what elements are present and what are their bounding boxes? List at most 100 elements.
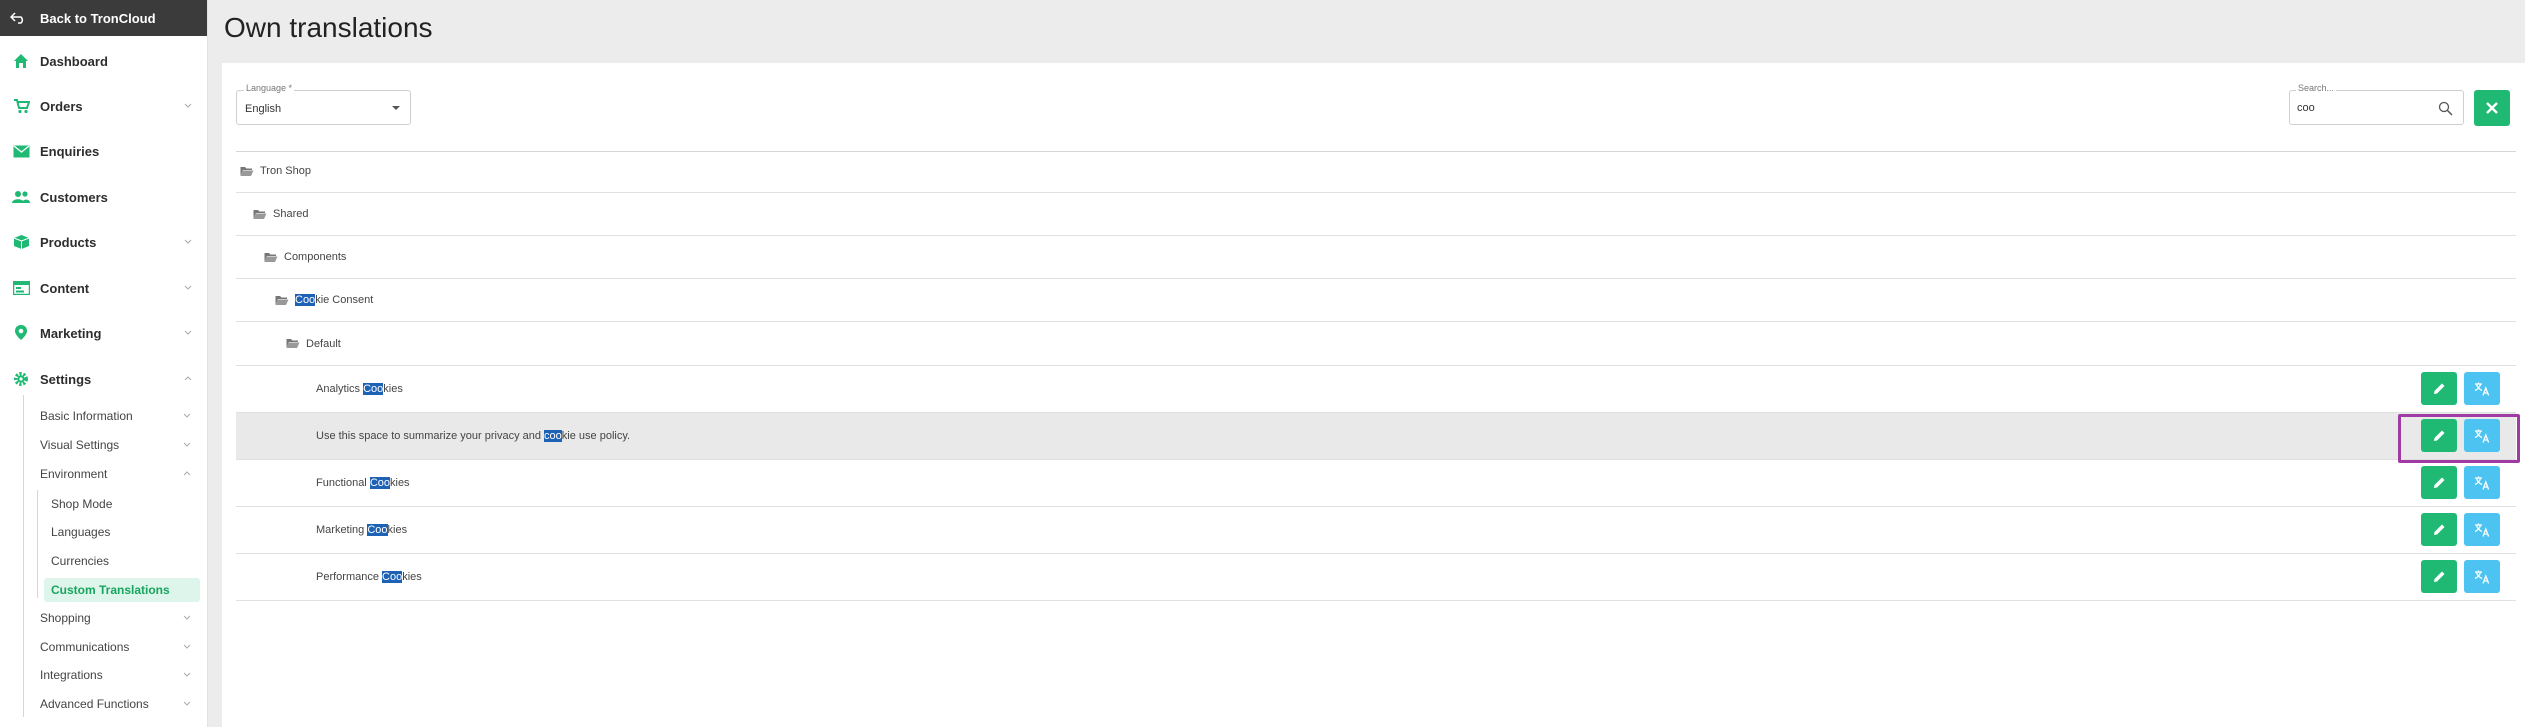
tree-guide-line	[37, 490, 38, 598]
gear-icon	[12, 370, 30, 388]
sidebar-item-marketing[interactable]: Marketing	[0, 321, 207, 345]
tree-folder-row[interactable]: Cookie Consent	[236, 279, 2516, 322]
row-text-suffix: Default	[306, 337, 341, 350]
translation-row[interactable]: Use this space to summarize your privacy…	[236, 413, 2516, 460]
row-label: Tron Shop	[260, 165, 311, 177]
chevron-up-icon	[184, 376, 192, 381]
edit-translation-button[interactable]	[2421, 372, 2457, 405]
row-text-prefix: Performance	[316, 571, 383, 583]
translate-icon	[2474, 476, 2490, 490]
sidebar-item-label: Basic Information	[40, 409, 133, 423]
translate-button[interactable]	[2464, 466, 2500, 499]
search-match-highlight: Coo	[367, 524, 388, 536]
sidebar-item-label: Shop Mode	[51, 497, 113, 511]
clear-search-button[interactable]	[2474, 90, 2510, 126]
back-label: Back to TronCloud	[40, 10, 156, 26]
close-icon	[2486, 102, 2498, 114]
translate-button[interactable]	[2464, 513, 2500, 546]
sidebar-item-languages[interactable]: Languages	[44, 520, 200, 544]
back-to-troncloud-button[interactable]: Back to TronCloud	[0, 0, 207, 36]
search-match-highlight: Coo	[369, 477, 390, 489]
tree-folder-row[interactable]: Tron Shop	[236, 150, 2516, 193]
layout-icon	[12, 279, 30, 297]
sidebar-item-label: Advanced Functions	[40, 697, 149, 711]
sidebar-item-label: Currencies	[51, 554, 110, 568]
tree-folder-row[interactable]: Shared	[236, 193, 2516, 236]
translation-row[interactable]: Analytics Cookies	[236, 366, 2516, 413]
sidebar-item-basic-information[interactable]: Basic Information	[40, 405, 200, 427]
sidebar-item-communications[interactable]: Communications	[40, 636, 200, 658]
search-match-highlight: Coo	[295, 294, 316, 306]
sidebar-item-custom-translations[interactable]: Custom Translations	[44, 578, 200, 602]
tree-folder-row[interactable]: Default	[236, 322, 2516, 366]
sidebar-item-environment[interactable]: Environment	[40, 463, 200, 485]
sidebar-item-orders[interactable]: Orders	[0, 94, 207, 118]
sidebar-item-dashboard[interactable]: Dashboard	[0, 49, 207, 73]
translation-row[interactable]: Marketing Cookies	[236, 507, 2516, 554]
translation-row[interactable]: Performance Cookies	[236, 554, 2516, 601]
caret-down-icon	[392, 106, 400, 110]
chevron-down-icon	[184, 330, 192, 335]
sidebar-item-shop-mode[interactable]: Shop Mode	[44, 492, 200, 516]
search-field[interactable]	[2289, 90, 2464, 125]
sidebar-item-label: Orders	[40, 98, 83, 114]
search-input[interactable]	[2297, 100, 2427, 116]
page-title: Own translations	[224, 12, 433, 43]
translate-button[interactable]	[2464, 372, 2500, 405]
sidebar-item-currencies[interactable]: Currencies	[44, 549, 200, 573]
edit-translation-button[interactable]	[2421, 466, 2457, 499]
row-actions	[2421, 372, 2500, 405]
sidebar-item-advanced-functions[interactable]: Advanced Functions	[40, 693, 200, 715]
row-text-suffix: kies	[390, 477, 410, 489]
pencil-icon	[2433, 524, 2444, 535]
tree-folder-row[interactable]: Components	[236, 236, 2516, 279]
pencil-icon	[2433, 477, 2444, 488]
language-select[interactable]: English	[236, 90, 411, 125]
box-icon	[12, 233, 30, 251]
folder-open-icon	[264, 252, 278, 262]
mail-icon	[12, 142, 30, 160]
sidebar-item-shopping[interactable]: Shopping	[40, 607, 200, 629]
row-label: Functional Cookies	[316, 477, 410, 489]
sidebar-item-customers[interactable]: Customers	[0, 185, 207, 209]
row-actions	[2421, 560, 2500, 593]
row-text-suffix: Components	[284, 251, 347, 263]
sidebar-item-products[interactable]: Products	[0, 230, 207, 254]
sidebar-item-label: Dashboard	[40, 53, 108, 69]
folder-open-icon	[240, 166, 254, 176]
sidebar-item-label: Shopping	[40, 611, 91, 625]
row-text-prefix: Analytics	[316, 383, 364, 395]
translation-row[interactable]: Functional Cookies	[236, 460, 2516, 507]
chevron-down-icon	[183, 672, 191, 677]
sidebar-item-label: Communications	[40, 640, 130, 654]
users-icon	[12, 188, 30, 206]
edit-translation-button[interactable]	[2421, 560, 2457, 593]
row-label: Marketing Cookies	[316, 524, 407, 536]
row-label: Cookie Consent	[295, 294, 373, 306]
sidebar-item-visual-settings[interactable]: Visual Settings	[40, 434, 200, 456]
row-text-suffix: kie use policy.	[561, 430, 631, 442]
row-text-suffix: kies	[387, 524, 408, 536]
translate-button[interactable]	[2464, 560, 2500, 593]
sidebar-item-label: Environment	[40, 467, 108, 481]
chevron-down-icon	[184, 285, 192, 290]
back-arrow-icon	[10, 11, 28, 25]
sidebar-item-label: Content	[40, 280, 90, 296]
sidebar-item-content[interactable]: Content	[0, 276, 207, 300]
chevron-down-icon	[184, 103, 192, 108]
pin-icon	[12, 324, 30, 342]
row-text-prefix: Marketing	[316, 524, 368, 536]
pencil-icon	[2433, 571, 2444, 582]
search-match-highlight: Coo	[382, 571, 403, 583]
sidebar-item-enquiries[interactable]: Enquiries	[0, 139, 207, 163]
chevron-down-icon	[183, 615, 191, 620]
search-icon[interactable]	[2438, 101, 2453, 116]
sidebar-item-label: Customers	[40, 189, 108, 205]
sidebar-item-label: Marketing	[40, 325, 102, 341]
edit-translation-button[interactable]	[2421, 513, 2457, 546]
row-text-suffix: kies	[402, 571, 422, 583]
row-text-suffix: kies	[383, 383, 403, 395]
sidebar-item-settings[interactable]: Settings	[0, 367, 207, 391]
row-label: Performance Cookies	[316, 571, 422, 583]
sidebar-item-integrations[interactable]: Integrations	[40, 664, 200, 686]
